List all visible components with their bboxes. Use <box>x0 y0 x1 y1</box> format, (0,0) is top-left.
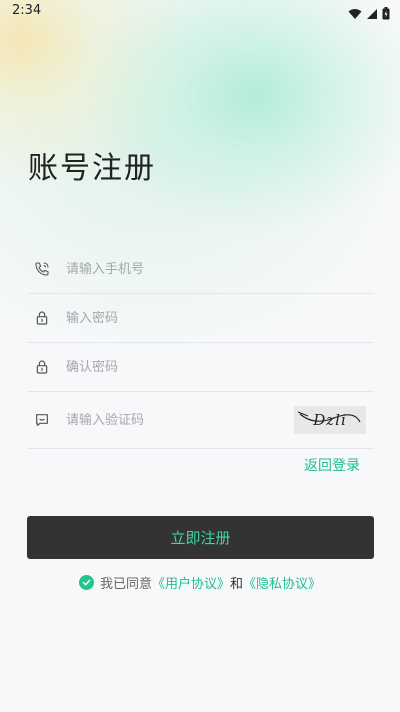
agreement-and: 和 <box>230 577 244 592</box>
page-title: 账号注册 <box>28 151 156 186</box>
register-form: Dzli <box>28 245 374 449</box>
battery-icon <box>382 5 390 24</box>
phone-field-row <box>28 245 374 294</box>
status-bar: 2:34 <box>0 0 400 24</box>
back-to-login-link[interactable]: 返回登录 <box>304 455 360 475</box>
user-agreement-link[interactable]: 《用户协议》 <box>152 573 230 592</box>
confirm-password-input[interactable] <box>62 359 286 375</box>
lock-icon <box>28 359 62 375</box>
check-circle-icon[interactable] <box>78 575 94 590</box>
lock-icon <box>28 310 62 326</box>
captcha-field-row: Dzli <box>28 392 374 449</box>
captcha-input[interactable] <box>62 412 286 428</box>
confirm-password-field-row <box>28 343 374 392</box>
privacy-agreement-link[interactable]: 《隐私协议》 <box>243 573 321 592</box>
agreement-prefix: 我已同意 <box>99 577 152 592</box>
status-time: 2:34 <box>12 3 42 18</box>
phone-icon <box>28 261 62 277</box>
password-input[interactable] <box>62 310 286 326</box>
status-icons <box>348 5 390 24</box>
message-icon <box>28 412 62 428</box>
wifi-icon <box>348 5 362 24</box>
register-button[interactable]: 立即注册 <box>27 516 374 559</box>
signal-icon <box>366 5 378 24</box>
captcha-text: Dzli <box>313 411 347 429</box>
password-field-row <box>28 294 374 343</box>
phone-input[interactable] <box>62 261 286 277</box>
captcha-image[interactable]: Dzli <box>294 406 366 434</box>
agreement-row: 我已同意 《用户协议》 和 《隐私协议》 <box>0 573 400 592</box>
